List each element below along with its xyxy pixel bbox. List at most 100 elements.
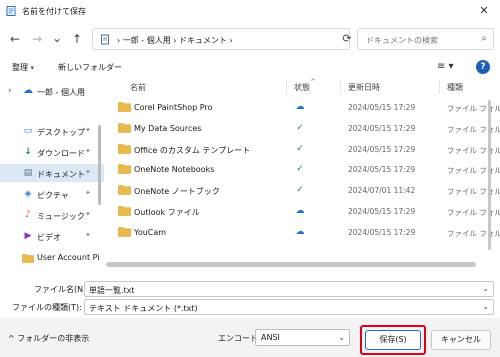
synced-status-icon: ✓ (296, 143, 304, 154)
pin-icon: ✦ (85, 126, 91, 134)
file-row[interactable]: YouCam ☁ 2024/05/15 17:29 ファイル フォルダー (106, 222, 500, 242)
command-bar: 整理 ▾ 新しいフォルダー ≡ ▾ ? (0, 58, 500, 78)
file-modified: 2024/05/15 17:29 (348, 123, 416, 133)
encoding-value: ANSI (261, 333, 280, 342)
file-row[interactable]: Corel PaintShop Pro ☁ 2024/05/15 17:29 ファイル… (106, 97, 500, 117)
file-type: ファイル フォルダー (447, 166, 500, 176)
file-list-horizontal-scrollbar[interactable] (106, 262, 476, 267)
hide-folders-button[interactable]: ^ フォルダーの非表示 (8, 333, 89, 344)
close-button[interactable]: ✕ (474, 3, 494, 19)
sidebar-item-label: ピクチャ (37, 191, 69, 200)
file-name: YouCam (134, 227, 167, 237)
file-modified: 2024/05/15 17:29 (348, 227, 416, 237)
file-row[interactable]: My Data Sources ✓ 2024/05/15 17:29 ファイル フォル… (106, 118, 500, 138)
chevron-down-icon[interactable]: ⌄ (482, 302, 489, 311)
view-options-button[interactable]: ≡ ▾ (437, 61, 454, 72)
sidebar-item-downloads[interactable]: ↓ ダウンロード ✦ (0, 143, 104, 161)
address-bar[interactable]: › 一郎 - 個人用 › ドキュメント › (92, 28, 350, 50)
refresh-icon[interactable]: ⟳ (338, 30, 356, 48)
folder-icon (22, 254, 34, 263)
save-form: ファイル名(N): 単語一覧.txt ⌄ ファイルの種類(T): テキスト ドキ… (0, 275, 500, 317)
column-divider[interactable] (439, 80, 440, 94)
navigation-pane: › ☁ 一郎 - 個人用 ▭ デスクトップ ✦ ↓ ダウンロード ✦ ▤ ドキュ… (0, 80, 104, 273)
notepad-app-icon (6, 6, 16, 16)
pin-icon: ✦ (85, 231, 91, 239)
sidebar-item-label: ビデオ (37, 233, 61, 242)
pin-icon: ✦ (85, 147, 91, 155)
organize-button[interactable]: 整理 ▾ (12, 62, 34, 73)
sidebar-item-videos[interactable]: ▶ ビデオ ✦ (0, 227, 104, 245)
file-type: ファイル フォルダー (447, 228, 500, 238)
column-header-type[interactable]: 種類 (447, 82, 463, 93)
filename-field[interactable]: 単語一覧.txt ⌄ (84, 281, 494, 297)
file-modified: 2024/05/15 17:29 (348, 144, 416, 154)
filetype-label: ファイルの種類(T): (12, 303, 82, 312)
filename-label: ファイル名(N): (34, 285, 89, 294)
folder-icon (118, 102, 131, 112)
sidebar-item-label: デスクトップ (37, 128, 85, 137)
filetype-select[interactable]: テキスト ドキュメント (*.txt) ⌄ (84, 299, 494, 315)
column-divider[interactable] (286, 80, 287, 94)
column-divider[interactable] (340, 80, 341, 94)
file-modified: 2024/07/01 11:42 (348, 186, 416, 196)
sidebar-item-music[interactable]: ♪ ミュージック ✦ (0, 206, 104, 224)
search-placeholder: ドキュメントの検索 (366, 36, 438, 45)
recent-locations-button[interactable]: ⌄ (48, 29, 66, 47)
document-icon: ▤ (23, 168, 33, 178)
sidebar-item-documents[interactable]: ▤ ドキュメント ✦ (0, 164, 104, 182)
file-row[interactable]: OneNote Notebooks ✓ 2024/05/15 17:29 ファイル フ… (106, 159, 500, 179)
sidebar-item-label: ミュージック (37, 212, 85, 221)
desktop-icon: ▭ (23, 126, 33, 136)
breadcrumb[interactable]: › 一郎 - 個人用 › ドキュメント › (117, 35, 233, 46)
file-type: ファイル フォルダー (447, 145, 500, 155)
file-name: Outlook ファイル (134, 208, 200, 217)
file-row[interactable]: Outlook ファイル ☁ 2024/05/15 17:29 ファイル フォルダー (106, 201, 500, 221)
file-row[interactable]: Office のカスタム テンプレート ✓ 2024/05/15 17:29 ファイル… (106, 139, 500, 159)
folder-icon (118, 206, 131, 216)
chevron-down-icon[interactable]: ⌄ (482, 284, 489, 293)
filetype-value: テキスト ドキュメント (*.txt) (89, 304, 198, 313)
filename-value: 単語一覧.txt (89, 286, 135, 295)
download-icon: ↓ (24, 147, 32, 157)
cloud-icon: ☁ (23, 85, 33, 96)
file-type: ファイル フォルダー (447, 124, 500, 134)
cloud-status-icon: ☁ (295, 206, 305, 216)
encoding-select[interactable]: ANSI ⌄ (255, 329, 350, 346)
folder-icon (118, 164, 131, 175)
sidebar-item-pictures[interactable]: ◈ ピクチャ ✦ (0, 185, 104, 203)
sidebar-item-label: ダウンロード (37, 149, 85, 158)
new-folder-button[interactable]: 新しいフォルダー (58, 62, 122, 73)
music-icon: ♪ (25, 210, 31, 220)
sidebar-item-desktop[interactable]: ▭ デスクトップ ✦ (0, 122, 104, 140)
file-row[interactable]: OneNote ノートブック ✓ 2024/07/01 11:42 ファイル フォルダ… (106, 180, 500, 200)
sidebar-scrollbar[interactable] (98, 125, 101, 205)
synced-status-icon: ✓ (296, 185, 304, 196)
sidebar-item-user-account-pictures[interactable]: User Account Pi (0, 248, 104, 266)
back-button[interactable]: ← (6, 30, 24, 48)
column-header-status[interactable]: 状態 (294, 82, 310, 93)
synced-status-icon: ✓ (296, 122, 304, 133)
forward-button[interactable]: → (28, 30, 46, 48)
cancel-button[interactable]: キャンセル (431, 330, 491, 350)
cloud-status-icon: ☁ (295, 226, 305, 237)
location-icon (101, 34, 109, 45)
pin-icon: ✦ (85, 189, 91, 197)
save-button[interactable]: 保存(S) (365, 330, 421, 350)
file-type: ファイル フォルダー (447, 187, 500, 197)
search-input[interactable]: ドキュメントの検索 ⌕ (357, 28, 494, 50)
folder-icon (118, 226, 131, 237)
column-header-name[interactable]: 名前 (130, 82, 146, 93)
up-button[interactable]: ↑ (68, 30, 86, 48)
file-modified: 2024/05/15 17:29 (348, 207, 416, 216)
column-header-modified[interactable]: 更新日時 (348, 82, 380, 93)
file-name: My Data Sources (134, 123, 202, 133)
expand-chevron-icon[interactable]: › (8, 86, 12, 96)
pin-icon: ✦ (85, 210, 91, 218)
file-modified: 2024/05/15 17:29 (348, 103, 416, 112)
file-list-vertical-scrollbar[interactable] (488, 100, 491, 250)
file-name: Office のカスタム テンプレート (134, 145, 251, 155)
help-icon[interactable]: ? (476, 60, 490, 74)
sidebar-item-onedrive[interactable]: › ☁ 一郎 - 個人用 (0, 82, 104, 100)
picture-icon: ◈ (24, 189, 32, 199)
chevron-down-icon: ⌄ (338, 333, 345, 342)
